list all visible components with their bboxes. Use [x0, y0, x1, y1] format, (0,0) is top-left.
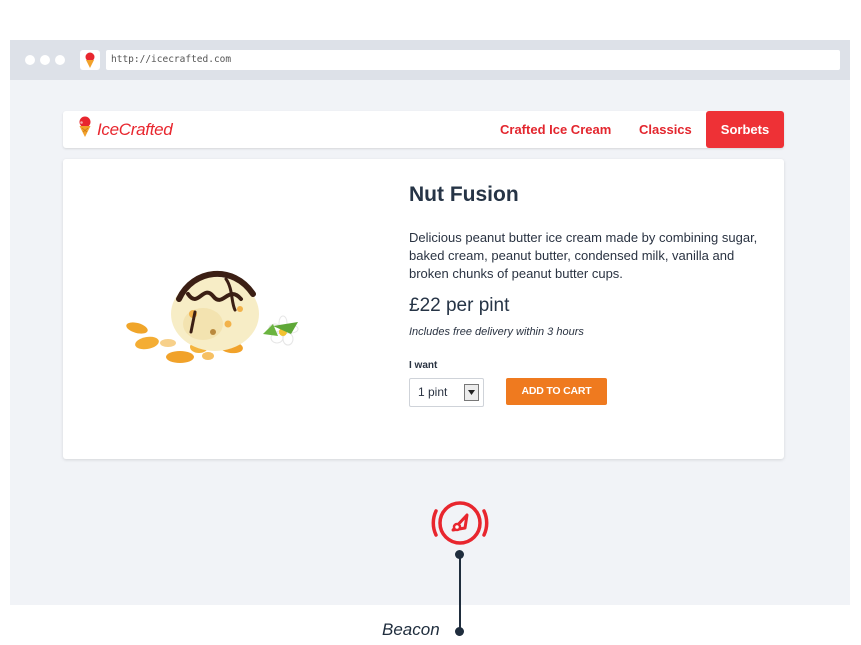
nav-crafted-ice-cream[interactable]: Crafted Ice Cream — [500, 111, 611, 148]
quantity-select[interactable]: 1 pint — [409, 378, 484, 407]
product-description: Delicious peanut butter ice cream made b… — [409, 230, 758, 281]
quantity-value: 1 pint — [418, 385, 448, 399]
beacon-connector-dot — [455, 550, 464, 559]
ice-cream-favicon-icon — [80, 50, 100, 70]
beacon-connector-dot — [455, 627, 464, 636]
url-bar[interactable]: http://icecrafted.com — [106, 50, 840, 70]
browser-chrome: http://icecrafted.com — [10, 40, 850, 80]
logo[interactable]: IceCrafted — [77, 116, 173, 143]
delivery-note: Includes free delivery within 3 hours — [409, 326, 584, 338]
chevron-down-icon[interactable] — [464, 384, 479, 401]
logo-text: IceCrafted — [97, 119, 173, 139]
product-card: Nut Fusion Delicious peanut butter ice c… — [63, 159, 784, 459]
window-dot[interactable] — [55, 55, 65, 65]
beacon-connector-line — [459, 553, 461, 631]
product-price: £22 per pint — [409, 295, 510, 316]
site-header: IceCrafted Crafted Ice Cream Classics So… — [63, 111, 784, 148]
product-image — [123, 254, 318, 374]
add-to-cart-button[interactable]: ADD TO CART — [506, 378, 607, 405]
nav-sorbets[interactable]: Sorbets — [706, 111, 784, 148]
window-dot[interactable] — [40, 55, 50, 65]
nav-classics[interactable]: Classics — [639, 111, 692, 148]
quantity-label: I want — [409, 360, 438, 371]
ice-cream-logo-icon — [77, 116, 93, 143]
gauge-icon — [428, 498, 492, 552]
window-dot[interactable] — [25, 55, 35, 65]
beacon-label: Beacon — [382, 620, 440, 639]
product-title: Nut Fusion — [409, 183, 519, 206]
